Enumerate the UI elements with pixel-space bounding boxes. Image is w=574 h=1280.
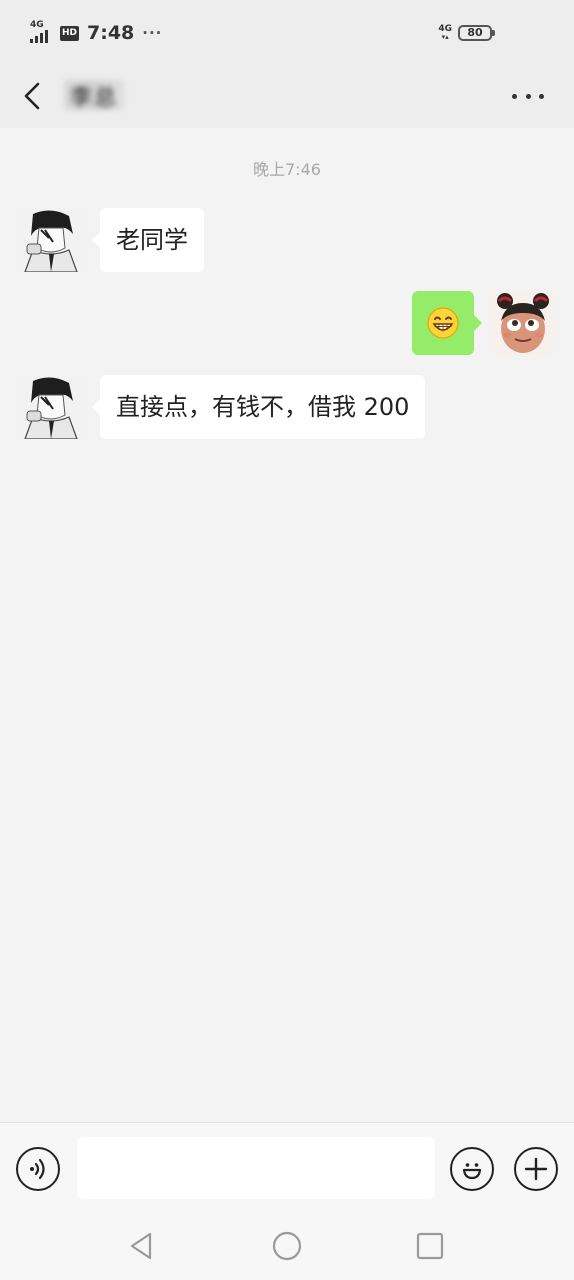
clock: 7:48 xyxy=(87,22,135,44)
contact-avatar[interactable] xyxy=(19,208,83,272)
triangle-back-icon xyxy=(130,1232,152,1260)
plus-icon xyxy=(524,1157,548,1181)
smiley-icon xyxy=(462,1163,482,1180)
ellipsis-icon xyxy=(512,93,517,99)
my-avatar[interactable] xyxy=(491,291,555,355)
network-type-label: 4G xyxy=(30,20,44,30)
system-back-button[interactable] xyxy=(126,1230,158,1262)
notification-dots: ··· xyxy=(142,24,163,42)
chat-message-list[interactable]: 晚上7:46 老同学 直接点，有钱不，借我 200 xyxy=(0,128,574,1122)
contact-name[interactable]: 李总 xyxy=(64,80,125,111)
more-options-button[interactable] xyxy=(512,84,544,108)
emoji-button[interactable] xyxy=(450,1147,494,1191)
status-bar: 4G HD 7:48 ··· 4G ▾▴ 80 xyxy=(0,0,574,64)
voice-input-button[interactable] xyxy=(16,1147,60,1191)
chat-header: 李总 xyxy=(0,64,574,128)
system-recents-button[interactable] xyxy=(414,1230,446,1262)
message-bubble-incoming[interactable]: 直接点，有钱不，借我 200 xyxy=(91,375,426,439)
contact-avatar[interactable] xyxy=(19,375,83,439)
status-right: 4G ▾▴ 80 xyxy=(438,20,495,46)
message-bubble-outgoing[interactable] xyxy=(412,291,482,355)
system-navigation-bar xyxy=(0,1212,574,1280)
circle-home-icon xyxy=(272,1231,302,1261)
signal-icon: 4G xyxy=(30,20,52,44)
more-functions-button[interactable] xyxy=(514,1147,558,1191)
message-input-bar xyxy=(0,1122,574,1212)
hd-badge: HD xyxy=(60,25,80,41)
grinning-face-emoji-icon xyxy=(427,307,459,339)
back-button[interactable] xyxy=(18,78,48,114)
network-4g-icon: 4G ▾▴ xyxy=(438,24,452,41)
voice-icon xyxy=(30,1158,45,1180)
message-bubble-incoming[interactable]: 老同学 xyxy=(92,208,204,272)
battery-level: 80 xyxy=(467,26,483,39)
square-recents-icon xyxy=(416,1232,444,1260)
message-input[interactable] xyxy=(77,1137,435,1199)
status-left: 4G HD 7:48 ··· xyxy=(30,19,162,47)
battery-icon: 80 xyxy=(458,25,495,41)
system-home-button[interactable] xyxy=(271,1230,303,1262)
message-timestamp: 晚上7:46 xyxy=(253,160,321,179)
chevron-left-icon xyxy=(24,82,40,110)
